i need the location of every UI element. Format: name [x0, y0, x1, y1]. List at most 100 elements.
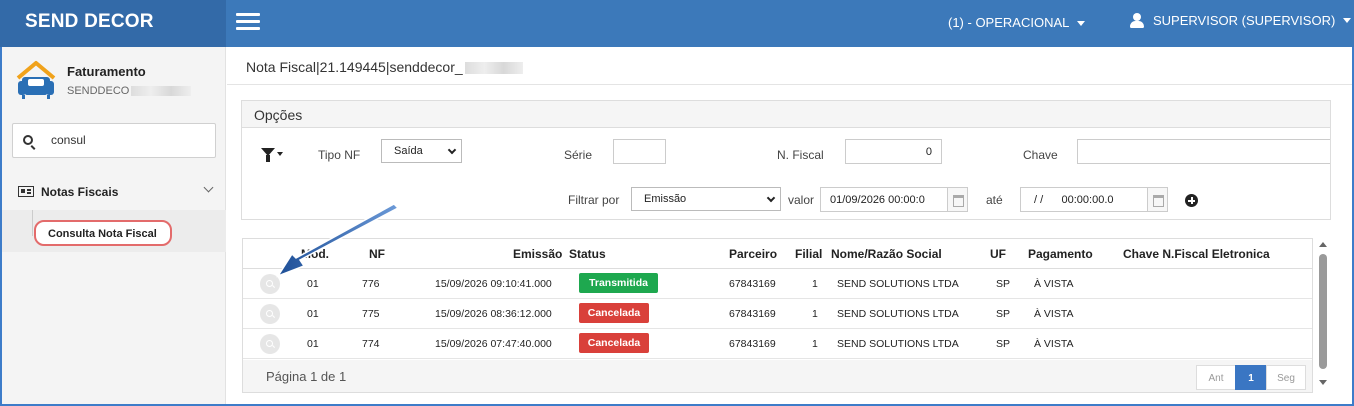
pagination: Ant 1 Seg — [1196, 365, 1306, 390]
cell-uf: SP — [996, 278, 1011, 290]
company-name: SENDDECO — [67, 85, 192, 97]
filtrar-por-value: Emissão — [644, 193, 687, 205]
options-title: Opções — [242, 101, 1330, 128]
n-fiscal-input[interactable] — [845, 139, 942, 164]
col-status[interactable]: Status — [569, 247, 606, 261]
cell-uf: SP — [996, 338, 1011, 350]
breadcrumb: Nota Fiscal|21.149445|senddecor_ — [246, 59, 523, 75]
tree-line — [32, 210, 33, 236]
col-mod[interactable]: Mod. — [301, 247, 329, 261]
calendar-icon[interactable] — [947, 188, 967, 211]
filtrar-por-select[interactable]: Emissão — [631, 187, 781, 211]
col-nome[interactable]: Nome/Razão Social — [831, 247, 942, 261]
col-filial[interactable]: Filial — [795, 247, 822, 261]
plus-circle-icon[interactable] — [1185, 194, 1198, 207]
col-parceiro[interactable]: Parceiro — [729, 247, 777, 261]
table-row[interactable]: 01 776 15/09/2026 09:10:41.000 Transmiti… — [243, 269, 1312, 299]
cell-emissao: 15/09/2026 07:47:40.000 — [435, 338, 552, 350]
cell-pagamento: À VISTA — [1034, 278, 1074, 290]
cell-nome: SEND SOLUTIONS LTDA — [837, 308, 959, 320]
cell-pagamento: À VISTA — [1034, 338, 1074, 350]
module-title: Faturamento — [67, 64, 146, 79]
menu-search[interactable] — [12, 123, 216, 158]
tipo-nf-label: Tipo NF — [318, 148, 361, 162]
cell-nome: SEND SOLUTIONS LTDA — [837, 278, 959, 290]
cell-parceiro: 67843169 — [729, 338, 776, 350]
filtrar-por-label: Filtrar por — [568, 193, 620, 207]
col-pagamento[interactable]: Pagamento — [1028, 247, 1093, 261]
profile-block: Faturamento SENDDECO — [2, 47, 226, 117]
calendar-icon[interactable] — [1147, 188, 1167, 211]
ate-date-value: / / 00:00:00.0 — [1034, 194, 1114, 206]
cell-mod: 01 — [307, 338, 319, 350]
search-icon — [23, 135, 33, 145]
prev-page-button[interactable]: Ant — [1196, 365, 1236, 390]
ate-date-field[interactable]: / / 00:00:00.0 — [1020, 187, 1168, 212]
status-badge: Cancelada — [579, 333, 649, 353]
chave-label: Chave — [1023, 148, 1058, 162]
sofa-logo-icon — [16, 61, 56, 99]
valor-date-value: 01/09/2026 00:00:0 — [830, 194, 925, 206]
caret-down-icon — [1077, 21, 1086, 27]
scroll-thumb[interactable] — [1319, 254, 1327, 369]
sidebar-group-label: Notas Fiscais — [41, 185, 119, 199]
tipo-nf-select[interactable]: Saída — [381, 139, 462, 163]
sidebar-group-notas-fiscais[interactable]: Notas Fiscais — [2, 174, 226, 208]
chave-input[interactable] — [1077, 139, 1330, 164]
sidebar-submenu: Consulta Nota Fiscal — [2, 210, 226, 252]
scroll-up-icon[interactable] — [1319, 242, 1327, 247]
divider — [227, 84, 1352, 85]
notas-table: Mod. NF Emissão Status Parceiro Filial N… — [242, 238, 1313, 393]
newspaper-icon — [18, 186, 34, 197]
hamburger-icon[interactable] — [236, 13, 260, 31]
table-row[interactable]: 01 774 15/09/2026 07:47:40.000 Cancelada… — [243, 329, 1312, 359]
ate-label: até — [986, 193, 1003, 207]
cell-nf: 776 — [362, 278, 380, 290]
operational-dropdown[interactable]: (1) - OPERACIONAL — [948, 15, 1086, 30]
user-icon — [1130, 13, 1144, 28]
table-row[interactable]: 01 775 15/09/2026 08:36:12.000 Cancelada… — [243, 299, 1312, 329]
page-1-button[interactable]: 1 — [1235, 365, 1267, 390]
table-footer: Página 1 de 1 Ant 1 Seg — [243, 360, 1312, 392]
vertical-scrollbar[interactable] — [1316, 238, 1330, 393]
chevron-down-icon — [447, 145, 457, 155]
sidebar: Faturamento SENDDECO Notas Fiscais Consu… — [2, 47, 226, 404]
col-uf[interactable]: UF — [990, 247, 1006, 261]
cell-nf: 774 — [362, 338, 380, 350]
valor-date-field[interactable]: 01/09/2026 00:00:0 — [820, 187, 968, 212]
col-emissao[interactable]: Emissão — [513, 247, 562, 261]
user-label: SUPERVISOR (SUPERVISOR) — [1153, 13, 1336, 28]
magnifier-icon[interactable] — [260, 274, 280, 294]
table-header: Mod. NF Emissão Status Parceiro Filial N… — [243, 239, 1312, 269]
next-page-button[interactable]: Seg — [1266, 365, 1306, 390]
cell-nf: 775 — [362, 308, 380, 320]
cell-parceiro: 67843169 — [729, 278, 776, 290]
cell-pagamento: À VISTA — [1034, 308, 1074, 320]
cell-nome: SEND SOLUTIONS LTDA — [837, 338, 959, 350]
serie-input[interactable] — [613, 139, 666, 164]
serie-label: Série — [564, 148, 593, 162]
cell-filial: 1 — [812, 278, 818, 290]
scroll-down-icon[interactable] — [1319, 380, 1327, 385]
brand-title: SEND DECOR — [0, 0, 226, 47]
filter-icon[interactable] — [261, 148, 283, 162]
col-nf[interactable]: NF — [369, 247, 385, 261]
magnifier-icon[interactable] — [260, 334, 280, 354]
cell-emissao: 15/09/2026 08:36:12.000 — [435, 308, 552, 320]
sidebar-item-consulta-nota-fiscal[interactable]: Consulta Nota Fiscal — [34, 220, 172, 246]
menu-search-input[interactable] — [51, 133, 201, 147]
chevron-down-icon — [203, 182, 214, 193]
magnifier-icon[interactable] — [260, 304, 280, 324]
cell-mod: 01 — [307, 308, 319, 320]
cell-emissao: 15/09/2026 09:10:41.000 — [435, 278, 552, 290]
cell-filial: 1 — [812, 338, 818, 350]
user-dropdown[interactable]: SUPERVISOR (SUPERVISOR) — [1130, 13, 1352, 28]
cell-mod: 01 — [307, 278, 319, 290]
cell-uf: SP — [996, 308, 1011, 320]
cell-filial: 1 — [812, 308, 818, 320]
n-fiscal-label: N. Fiscal — [777, 148, 824, 162]
valor-label: valor — [788, 193, 815, 207]
status-badge: Cancelada — [579, 303, 649, 323]
page-info: Página 1 de 1 — [266, 369, 347, 384]
col-chave[interactable]: Chave N.Fiscal Eletronica — [1123, 247, 1270, 261]
